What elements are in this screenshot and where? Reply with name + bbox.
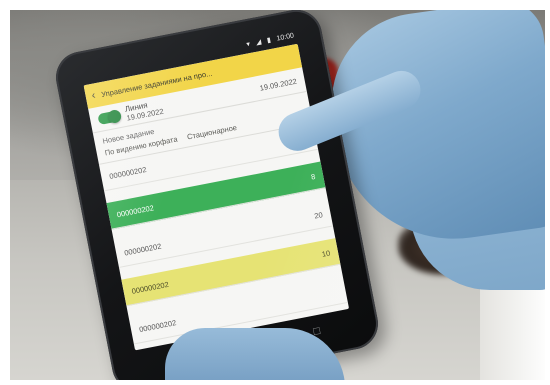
wifi-icon: ▾ [245,40,251,49]
item-code: 000000202 [108,164,148,181]
line-toggle[interactable] [97,109,121,125]
signal-icon: ◢ [255,38,262,47]
item-code: 000000202 [123,241,162,258]
battery-icon: ▮ [266,36,272,45]
item-code: 000000202 [130,279,170,296]
item-value: 10 [320,247,331,259]
item-code: 000000202 [115,202,155,219]
back-arrow-icon[interactable]: ‹ [91,89,97,101]
item-value: 8 [310,171,316,182]
item-value: 20 [313,209,324,221]
photo-background: ▾ ◢ ▮ 10:00 ‹ Управление заданиями на пр… [10,10,545,380]
status-time: 10:00 [276,31,295,43]
line-date-right: 19.09.2022 [258,76,298,93]
item-code: 000000202 [138,317,177,334]
